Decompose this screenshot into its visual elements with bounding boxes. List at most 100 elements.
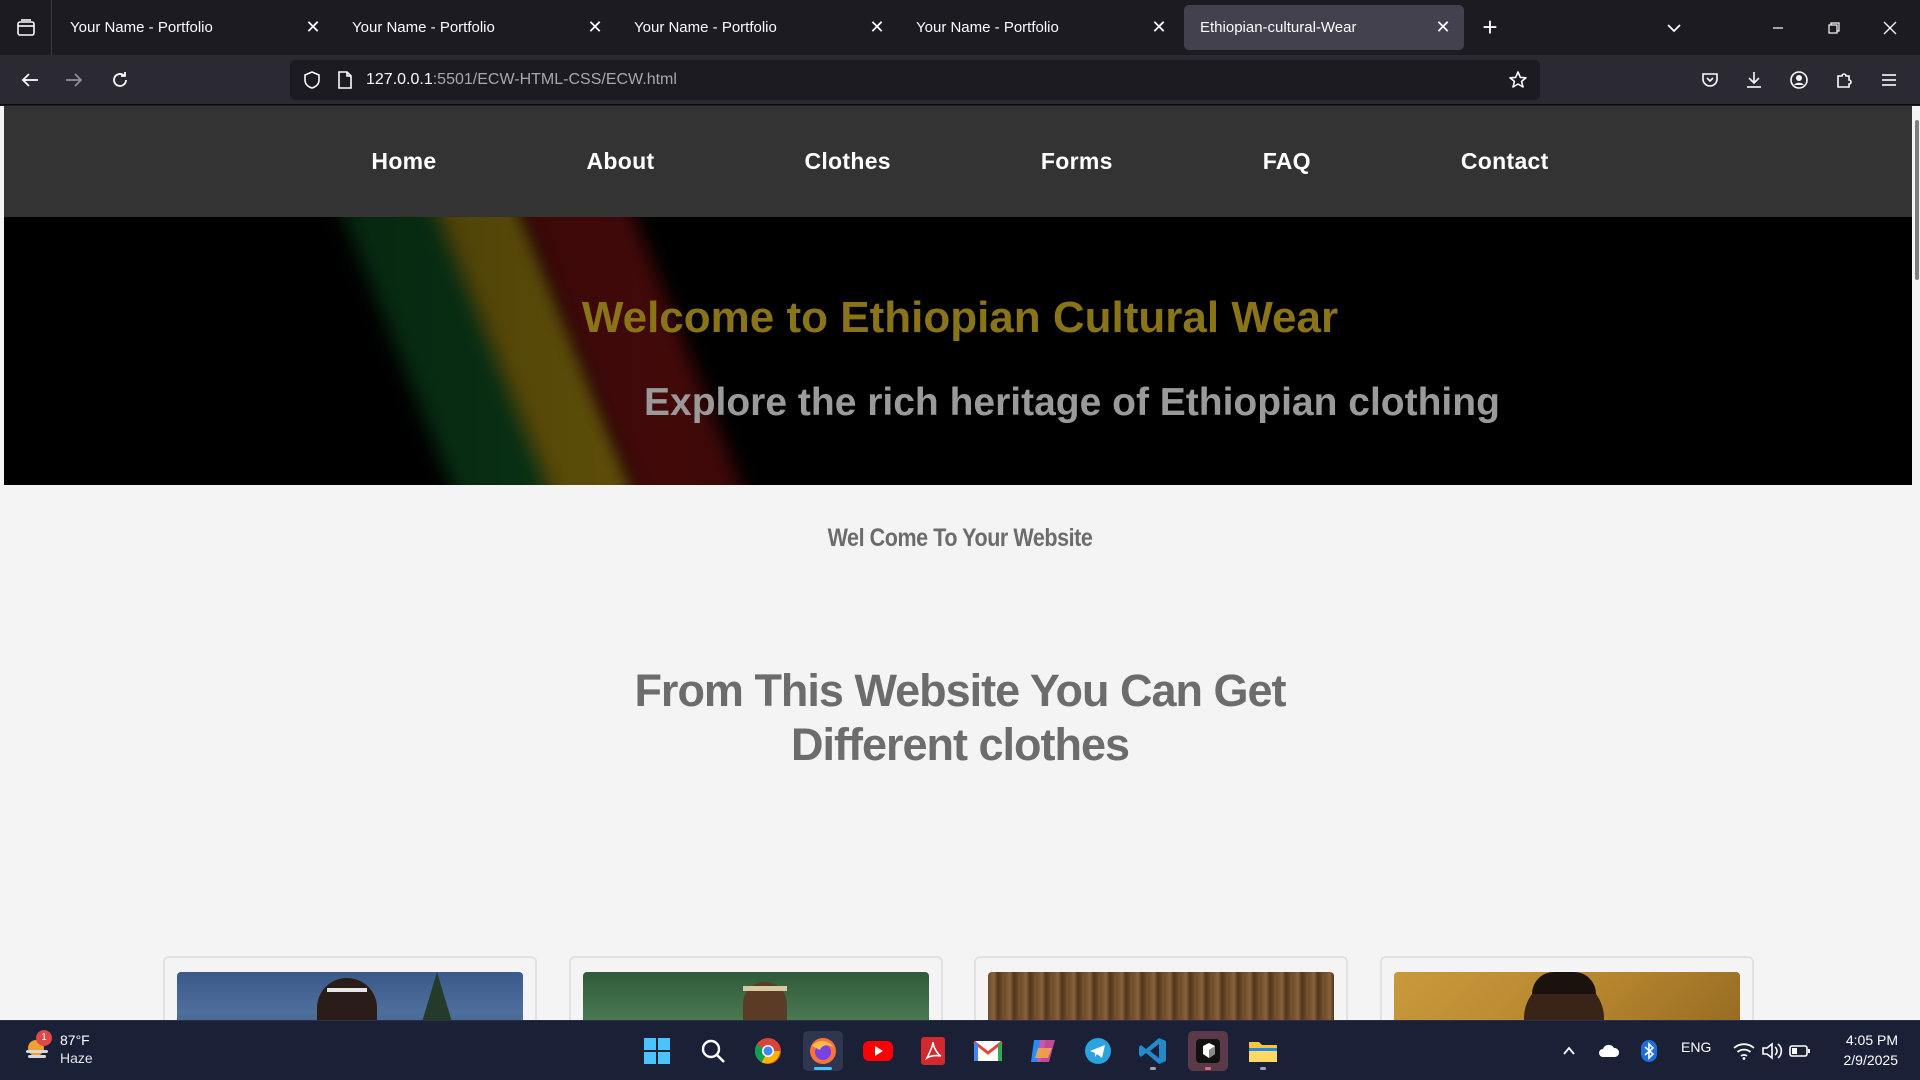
new-tab-button[interactable]: + xyxy=(1468,6,1512,50)
minimize-button[interactable] xyxy=(1750,0,1806,55)
weather-temp: 87°F xyxy=(60,1032,90,1048)
browser-nav-bar: 127.0.0.1:5501/ECW-HTML-CSS/ECW.html xyxy=(0,55,1920,105)
battery-button[interactable] xyxy=(1780,1031,1820,1071)
reload-icon xyxy=(113,72,127,87)
taskbar-telegram[interactable] xyxy=(1078,1031,1118,1071)
chevron-up-icon xyxy=(1563,1046,1575,1055)
back-button[interactable] xyxy=(12,62,48,98)
bookmark-star-button[interactable] xyxy=(1504,66,1532,94)
menu-button[interactable] xyxy=(1871,62,1907,98)
tab-overview-button[interactable] xyxy=(0,0,52,55)
browser-tab[interactable]: Your Name - Portfolio ✕ xyxy=(336,5,616,50)
tab-title: Your Name - Portfolio xyxy=(916,19,1059,36)
language-indicator[interactable]: ENG xyxy=(1681,1039,1711,1055)
clothes-card-row xyxy=(163,956,1763,1020)
running-indicator xyxy=(1205,1067,1211,1070)
taskbar-youtube[interactable] xyxy=(858,1031,898,1071)
nav-link-contact[interactable]: Contact xyxy=(1461,148,1549,175)
browser-tab[interactable]: Your Name - Portfolio ✕ xyxy=(900,5,1180,50)
start-icon xyxy=(644,1038,670,1064)
tab-title: Ethiopian-cultural-Wear xyxy=(1200,19,1357,36)
close-icon xyxy=(1883,21,1897,34)
onedrive-button[interactable] xyxy=(1589,1031,1629,1071)
taskbar-chrome[interactable] xyxy=(748,1031,788,1071)
taskbar-copilot[interactable] xyxy=(1023,1031,1063,1071)
close-icon[interactable]: ✕ xyxy=(298,13,328,43)
taskbar-firefox[interactable] xyxy=(803,1031,843,1071)
taskbar-vscode[interactable] xyxy=(1133,1031,1173,1071)
close-icon[interactable]: ✕ xyxy=(580,13,610,43)
account-button[interactable] xyxy=(1781,62,1817,98)
clothes-card[interactable] xyxy=(569,956,943,1020)
start-button[interactable] xyxy=(637,1031,677,1071)
shield-icon[interactable] xyxy=(302,70,322,95)
taskbar-search-button[interactable] xyxy=(693,1031,733,1071)
acrobat-icon xyxy=(921,1037,945,1065)
scrollbar-thumb[interactable] xyxy=(1915,120,1919,280)
reload-button[interactable] xyxy=(102,62,138,98)
downloads-button[interactable] xyxy=(1736,62,1772,98)
browser-tab[interactable]: Your Name - Portfolio ✕ xyxy=(54,5,334,50)
list-all-tabs-button[interactable] xyxy=(1654,8,1694,48)
close-icon[interactable]: ✕ xyxy=(1144,13,1174,43)
extensions-button[interactable] xyxy=(1826,62,1862,98)
puzzle-icon xyxy=(1837,73,1852,88)
clothes-card[interactable] xyxy=(163,956,537,1020)
pocket-icon xyxy=(1702,73,1718,87)
running-indicator xyxy=(1260,1067,1266,1070)
taskbar-file-explorer[interactable] xyxy=(1243,1031,1283,1071)
bluetooth-button[interactable] xyxy=(1629,1031,1669,1071)
browser-tab[interactable]: Your Name - Portfolio ✕ xyxy=(618,5,898,50)
youtube-icon xyxy=(863,1041,893,1061)
close-window-button[interactable] xyxy=(1862,0,1918,55)
hero-banner: Welcome to Ethiopian Cultural Wear Explo… xyxy=(4,217,1916,485)
plus-icon: + xyxy=(1482,12,1498,42)
battery-icon xyxy=(1789,1045,1810,1057)
clothes-photo xyxy=(1394,972,1740,1020)
gmail-icon xyxy=(973,1040,1003,1061)
page-icon[interactable] xyxy=(336,70,354,95)
star-icon xyxy=(1509,71,1527,88)
browser-tab-active[interactable]: Ethiopian-cultural-Wear ✕ xyxy=(1184,5,1464,50)
windows-taskbar: 1 87°F Haze ENG 4:05 PM 2/9/2025 xyxy=(0,1020,1920,1080)
welcome-heading: Wel Come To Your Website xyxy=(827,524,1093,552)
page-viewport: Home About Clothes Forms FAQ Contact Wel… xyxy=(0,106,1920,1020)
close-icon[interactable]: ✕ xyxy=(862,13,892,43)
close-icon[interactable]: ✕ xyxy=(1428,13,1458,43)
vscode-icon xyxy=(1139,1038,1166,1064)
firefox-icon xyxy=(810,1038,836,1064)
taskbar-acrobat[interactable] xyxy=(913,1031,953,1071)
page-scrollbar[interactable] xyxy=(1912,106,1920,1020)
nav-link-clothes[interactable]: Clothes xyxy=(804,148,890,175)
system-clock[interactable]: 4:05 PM 2/9/2025 xyxy=(1844,1030,1899,1070)
nav-link-forms[interactable]: Forms xyxy=(1041,148,1113,175)
active-indicator xyxy=(814,1067,832,1070)
chrome-icon xyxy=(754,1038,781,1064)
nav-link-faq[interactable]: FAQ xyxy=(1263,148,1311,175)
taskbar-gmail[interactable] xyxy=(968,1031,1008,1071)
pocket-button[interactable] xyxy=(1692,62,1728,98)
tab-title: Your Name - Portfolio xyxy=(634,19,777,36)
clothes-card[interactable] xyxy=(1380,956,1754,1020)
weather-widget[interactable]: 1 87°F Haze xyxy=(22,1030,93,1067)
file-explorer-icon xyxy=(1249,1042,1277,1062)
taskbar-terminal[interactable] xyxy=(1188,1031,1228,1071)
minimize-icon xyxy=(1773,26,1783,29)
search-icon xyxy=(701,1039,725,1063)
main-headline: From This Website You Can Get Different … xyxy=(634,665,1286,770)
tab-title: Your Name - Portfolio xyxy=(352,19,495,36)
telegram-icon xyxy=(1085,1038,1111,1064)
hero-subtitle: Explore the rich heritage of Ethiopian c… xyxy=(644,381,1500,424)
url-text[interactable]: 127.0.0.1:5501/ECW-HTML-CSS/ECW.html xyxy=(366,71,677,89)
arrow-left-icon xyxy=(21,73,38,87)
forward-button[interactable] xyxy=(56,62,92,98)
restore-button[interactable] xyxy=(1806,0,1862,55)
cloud-icon xyxy=(1599,1044,1620,1057)
show-hidden-icons-button[interactable] xyxy=(1549,1031,1589,1071)
url-bar[interactable]: 127.0.0.1:5501/ECW-HTML-CSS/ECW.html xyxy=(290,60,1540,100)
clothes-card[interactable] xyxy=(974,956,1348,1020)
tab-title: Your Name - Portfolio xyxy=(70,19,213,36)
nav-link-home[interactable]: Home xyxy=(371,148,436,175)
nav-link-about[interactable]: About xyxy=(587,148,655,175)
clock-time: 4:05 PM xyxy=(1845,1032,1898,1048)
